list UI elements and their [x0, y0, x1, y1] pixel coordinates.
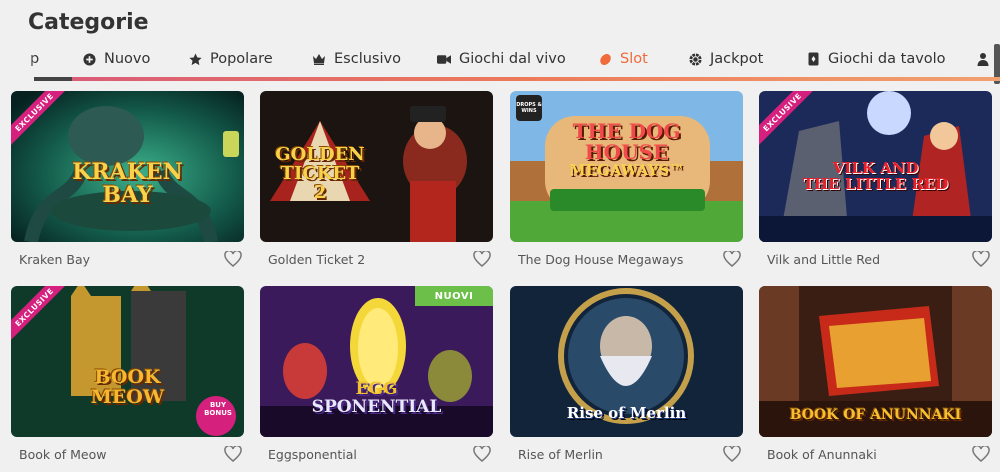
favorite-heart-icon[interactable] — [970, 443, 992, 465]
game-name[interactable]: Book of Meow — [19, 447, 106, 462]
plus-circle-icon — [82, 52, 96, 66]
tab-slot[interactable]: Slot — [598, 48, 648, 70]
favorite-heart-icon[interactable] — [222, 443, 244, 465]
logo-line: BOOK — [94, 366, 161, 388]
new-badge: NUOVI — [415, 286, 493, 306]
tabs-underline — [34, 77, 1000, 81]
star-icon — [188, 52, 202, 66]
game-logo: EGG SPONENTIAL — [260, 380, 493, 417]
logo-line: THE DOG — [572, 119, 681, 143]
favorite-heart-icon[interactable] — [721, 443, 743, 465]
favorite-heart-icon[interactable] — [471, 248, 493, 270]
game-card-eggsponential[interactable]: NUOVI EGG SPONENTIAL Eggsponential — [260, 286, 493, 471]
logo-line: THE LITTLE RED — [802, 174, 949, 193]
logo-line: KRAKEN — [72, 159, 183, 185]
game-card-book-of-meow[interactable]: EXCLUSIVE BOOK MEOW BUY BONUS Book of Me… — [11, 286, 244, 471]
tab-label: Popolare — [210, 51, 273, 67]
game-thumbnail[interactable]: DROPS & WINS THE DOG HOUSE MEGAWAYS™ — [510, 91, 743, 242]
logo-line: BAY — [102, 182, 153, 209]
logo-line: Rise of Merlin — [566, 404, 687, 422]
logo-line: 2 — [313, 181, 327, 203]
game-name[interactable]: Golden Ticket 2 — [268, 252, 365, 267]
favorite-heart-icon[interactable] — [970, 248, 992, 270]
tab-esclusivo[interactable]: Esclusivo — [312, 48, 401, 70]
tab-nuovo[interactable]: Nuovo — [82, 48, 150, 70]
game-logo: VILK AND THE LITTLE RED — [759, 160, 992, 193]
game-card-dog-house-megaways[interactable]: DROPS & WINS THE DOG HOUSE MEGAWAYS™ The… — [510, 91, 743, 276]
game-card-book-of-anunnaki[interactable]: BOOK OF ANUNNAKI Book of Anunnaki — [759, 286, 992, 471]
tab-label: Jackpot — [710, 51, 764, 67]
game-name[interactable]: Vilk and Little Red — [767, 252, 880, 267]
game-name[interactable]: Book of Anunnaki — [767, 447, 877, 462]
game-card-kraken-bay[interactable]: EXCLUSIVE KRAKEN BAY Kraken Bay — [11, 91, 244, 276]
game-thumbnail[interactable]: EXCLUSIVE VILK AND THE LITTLE RED — [759, 91, 992, 242]
logo-line: MEGAWAYS™ — [568, 161, 685, 179]
game-thumbnail[interactable]: EXCLUSIVE BOOK MEOW BUY BONUS — [11, 286, 244, 437]
tab-label: Esclusivo — [334, 51, 401, 67]
video-camera-icon — [437, 52, 451, 66]
tab-giochi-da-tavolo[interactable]: Giochi da tavolo — [806, 48, 946, 70]
tab-popolare[interactable]: Popolare — [188, 48, 273, 70]
provider-badge: DROPS & WINS — [516, 95, 542, 121]
slot-icon — [598, 52, 612, 66]
game-logo: GOLDEN TICKET 2 — [260, 145, 400, 203]
logo-line: SPONENTIAL — [311, 396, 442, 417]
tab-user[interactable] — [976, 48, 990, 70]
tab-jackpot[interactable]: Jackpot — [688, 48, 763, 70]
tabs-fade — [0, 44, 36, 72]
game-name[interactable]: Eggsponential — [268, 447, 357, 462]
game-thumbnail[interactable]: Rise of Merlin — [510, 286, 743, 437]
favorite-heart-icon[interactable] — [721, 248, 743, 270]
card-icon — [806, 52, 820, 66]
tab-giochi-dal-vivo[interactable]: Giochi dal vivo — [437, 48, 566, 70]
game-logo: THE DOG HOUSE MEGAWAYS™ — [510, 121, 743, 179]
game-logo: BOOK OF ANUNNAKI — [759, 408, 992, 423]
tabs-scroll-thumb[interactable] — [34, 77, 72, 81]
game-name[interactable]: Kraken Bay — [19, 252, 90, 267]
user-icon — [976, 52, 990, 66]
tab-label: Giochi dal vivo — [459, 51, 566, 67]
game-name[interactable]: Rise of Merlin — [518, 447, 603, 462]
game-logo: Rise of Merlin — [510, 404, 743, 422]
logo-line: BOOK OF ANUNNAKI — [789, 407, 962, 423]
game-thumbnail[interactable]: EXCLUSIVE KRAKEN BAY — [11, 91, 244, 242]
favorite-heart-icon[interactable] — [471, 443, 493, 465]
tab-label: Slot — [620, 51, 648, 67]
favorite-heart-icon[interactable] — [222, 248, 244, 270]
game-name[interactable]: The Dog House Megaways — [518, 252, 683, 267]
crown-icon — [312, 52, 326, 66]
chip-icon — [688, 52, 702, 66]
buy-bonus-label: BUY BONUS — [204, 401, 232, 417]
tab-label: Nuovo — [104, 51, 151, 67]
game-thumbnail[interactable]: GOLDEN TICKET 2 — [260, 91, 493, 242]
game-card-golden-ticket-2[interactable]: GOLDEN TICKET 2 Golden Ticket 2 — [260, 91, 493, 276]
game-logo: KRAKEN BAY — [11, 159, 244, 209]
logo-line: TICKET — [280, 162, 360, 184]
game-card-vilk-little-red[interactable]: EXCLUSIVE VILK AND THE LITTLE RED Vilk a… — [759, 91, 992, 276]
logo-line: HOUSE — [584, 140, 669, 164]
game-thumbnail[interactable]: NUOVI EGG SPONENTIAL — [260, 286, 493, 437]
tab-label: Giochi da tavolo — [828, 51, 946, 67]
game-card-rise-of-merlin[interactable]: Rise of Merlin Rise of Merlin — [510, 286, 743, 471]
category-tabs: p Nuovo Popolare Esclusivo Giochi dal vi… — [0, 44, 1000, 72]
page-title: Categorie — [28, 10, 149, 35]
game-thumbnail[interactable]: BOOK OF ANUNNAKI — [759, 286, 992, 437]
